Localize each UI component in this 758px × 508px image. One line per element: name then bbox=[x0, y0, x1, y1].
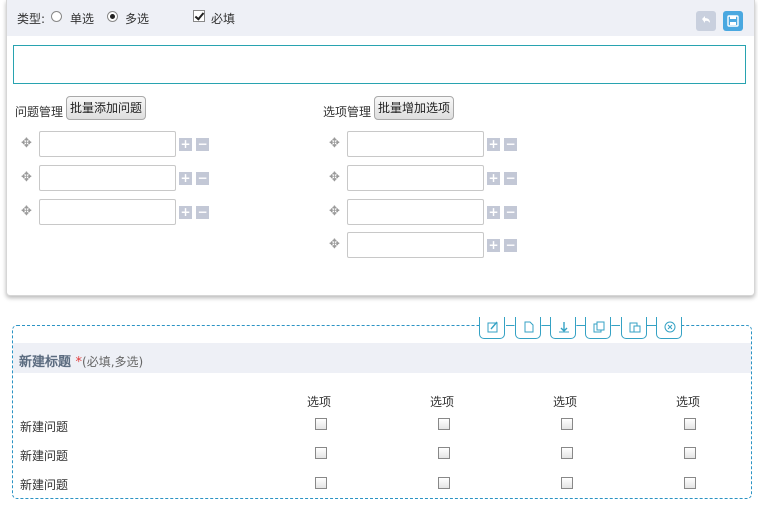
paste-button[interactable] bbox=[621, 317, 647, 339]
bulk-add-questions-button[interactable]: 批量添加问题 bbox=[66, 96, 147, 120]
move-down-button[interactable] bbox=[550, 317, 576, 339]
matrix-checkbox[interactable] bbox=[561, 418, 573, 430]
copy-icon bbox=[524, 321, 534, 333]
matrix-checkbox[interactable] bbox=[315, 418, 327, 430]
remove-row-icon[interactable]: − bbox=[196, 206, 209, 219]
matrix-checkbox[interactable] bbox=[684, 418, 696, 430]
matrix-row-label: 新建问题 bbox=[20, 420, 69, 434]
drag-handle-icon[interactable]: ✥ bbox=[329, 171, 342, 184]
question-title-text: 新建标题 bbox=[19, 355, 72, 370]
editor-toolbar: 类型: 单选 多选 必填 bbox=[7, 0, 754, 36]
save-icon bbox=[727, 15, 739, 27]
delete-icon bbox=[664, 321, 676, 333]
single-choice-label: 单选 bbox=[70, 12, 95, 26]
matrix-checkbox[interactable] bbox=[561, 477, 573, 489]
drag-handle-icon[interactable]: ✥ bbox=[329, 137, 342, 150]
undo-icon bbox=[702, 16, 710, 23]
copy-button[interactable] bbox=[515, 317, 541, 339]
matrix-checkbox[interactable] bbox=[684, 477, 696, 489]
question-manage-label: 问题管理 bbox=[15, 105, 64, 119]
matrix-checkbox[interactable] bbox=[438, 477, 450, 489]
add-row-icon[interactable]: + bbox=[487, 206, 500, 219]
matrix-checkbox[interactable] bbox=[438, 418, 450, 430]
move-down-icon bbox=[559, 322, 569, 333]
option-manage-label: 选项管理 bbox=[323, 105, 372, 119]
question-title: 新建标题 *(必填,多选) bbox=[19, 351, 143, 370]
add-row-icon[interactable]: + bbox=[179, 172, 192, 185]
duplicate-icon bbox=[593, 321, 605, 333]
question-editor-panel: 类型: 单选 多选 必填 问题管理 批量添加问题 ✥ + − ✥ + − ✥ +… bbox=[6, 0, 755, 296]
save-button[interactable] bbox=[723, 11, 743, 31]
option-column-header: 选项 bbox=[430, 395, 455, 409]
multi-choice-radio[interactable] bbox=[107, 11, 118, 22]
option-input[interactable] bbox=[347, 199, 484, 225]
question-title-bar: 新建标题 *(必填,多选) bbox=[13, 343, 751, 373]
question-preview[interactable]: 新建标题 *(必填,多选) 选项 选项 选项 选项 新建问题 新建问题 新建问题 bbox=[12, 317, 752, 499]
drag-handle-icon[interactable]: ✥ bbox=[329, 238, 342, 251]
question-hint: (必填,多选) bbox=[82, 355, 144, 369]
required-checkbox[interactable] bbox=[193, 10, 205, 22]
matrix-checkbox[interactable] bbox=[315, 447, 327, 459]
option-input[interactable] bbox=[347, 232, 484, 258]
delete-button[interactable] bbox=[656, 317, 682, 339]
multi-choice-label: 多选 bbox=[125, 12, 150, 26]
edit-button[interactable] bbox=[479, 317, 505, 339]
remove-row-icon[interactable]: − bbox=[196, 172, 209, 185]
matrix-row-label: 新建问题 bbox=[20, 449, 69, 463]
remove-row-icon[interactable]: − bbox=[196, 138, 209, 151]
paste-icon bbox=[629, 322, 641, 333]
option-column-header: 选项 bbox=[676, 395, 701, 409]
matrix-checkbox[interactable] bbox=[438, 447, 450, 459]
drag-handle-icon[interactable]: ✥ bbox=[21, 137, 34, 150]
type-label: 类型: bbox=[17, 12, 46, 26]
edit-icon bbox=[487, 321, 498, 333]
question-input[interactable] bbox=[39, 165, 176, 191]
option-input[interactable] bbox=[347, 131, 484, 157]
question-input[interactable] bbox=[39, 131, 176, 157]
drag-handle-icon[interactable]: ✥ bbox=[329, 205, 342, 218]
add-row-icon[interactable]: + bbox=[487, 172, 500, 185]
option-input[interactable] bbox=[347, 165, 484, 191]
required-label: 必填 bbox=[211, 12, 236, 26]
duplicate-button[interactable] bbox=[585, 317, 611, 339]
matrix-checkbox[interactable] bbox=[561, 447, 573, 459]
matrix-checkbox[interactable] bbox=[315, 477, 327, 489]
bulk-add-options-button[interactable]: 批量增加选项 bbox=[374, 96, 455, 120]
matrix-checkbox[interactable] bbox=[684, 447, 696, 459]
question-title-input[interactable] bbox=[13, 45, 746, 84]
add-row-icon[interactable]: + bbox=[487, 239, 500, 252]
add-row-icon[interactable]: + bbox=[179, 206, 192, 219]
remove-row-icon[interactable]: − bbox=[504, 138, 517, 151]
question-input[interactable] bbox=[39, 199, 176, 225]
remove-row-icon[interactable]: − bbox=[504, 172, 517, 185]
drag-handle-icon[interactable]: ✥ bbox=[21, 171, 34, 184]
undo-button[interactable] bbox=[696, 11, 716, 31]
option-column-header: 选项 bbox=[553, 395, 578, 409]
matrix-row-label: 新建问题 bbox=[20, 478, 69, 492]
single-choice-radio[interactable] bbox=[51, 11, 62, 22]
add-row-icon[interactable]: + bbox=[179, 138, 192, 151]
drag-handle-icon[interactable]: ✥ bbox=[21, 205, 34, 218]
option-column-header: 选项 bbox=[307, 395, 332, 409]
remove-row-icon[interactable]: − bbox=[504, 239, 517, 252]
remove-row-icon[interactable]: − bbox=[504, 206, 517, 219]
add-row-icon[interactable]: + bbox=[487, 138, 500, 151]
